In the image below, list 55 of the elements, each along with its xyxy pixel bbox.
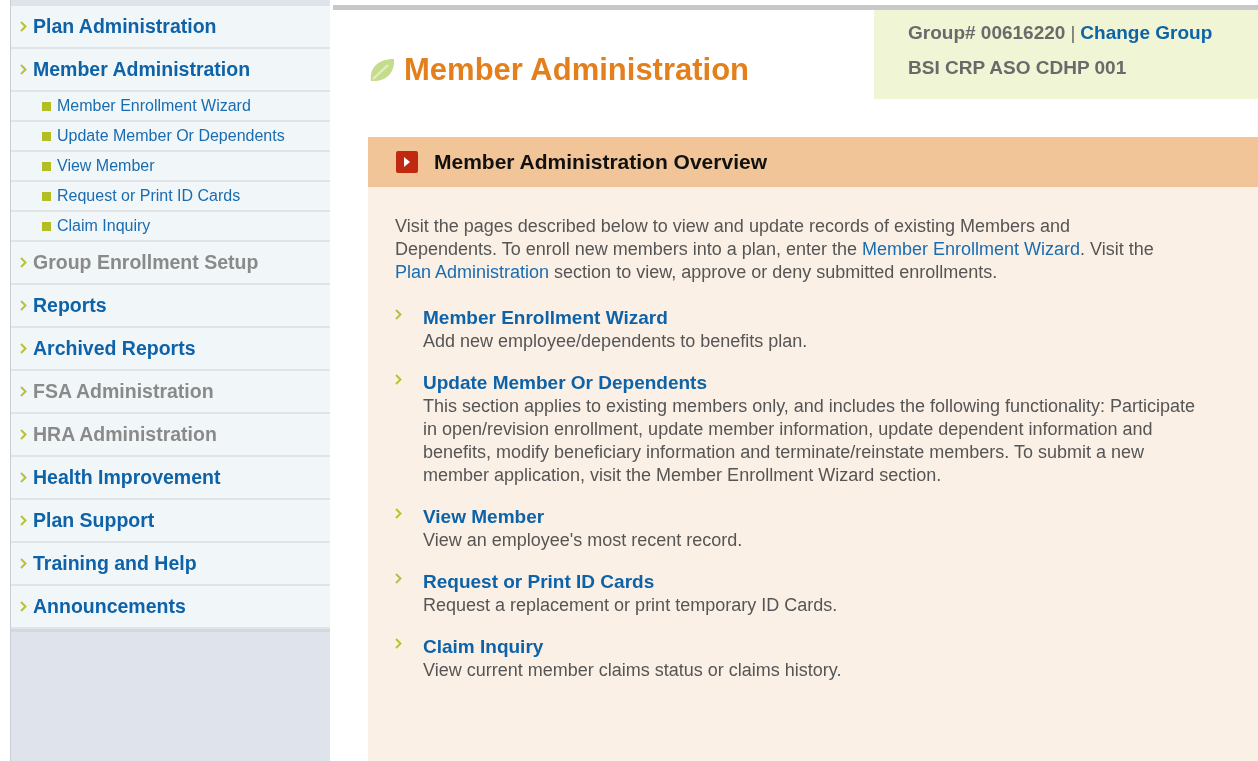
- sidebar-item[interactable]: Plan Support: [11, 500, 330, 543]
- group-name: BSI CRP ASO CDHP 001: [908, 57, 1128, 79]
- chevron-icon: [20, 64, 27, 75]
- sidebar-subitem[interactable]: Request or Print ID Cards: [11, 182, 330, 212]
- intro-link[interactable]: Plan Administration: [395, 262, 550, 282]
- chevron-icon: [395, 638, 402, 649]
- sidebar-item[interactable]: Plan Administration: [11, 6, 330, 49]
- section-description: View an employee's most recent record.: [423, 529, 743, 552]
- section-description: Add new employee/dependents to benefits plan.: [423, 330, 808, 353]
- square-bullet-icon: [42, 161, 51, 171]
- sidebar-subitem[interactable]: Member Enrollment Wizard: [11, 92, 330, 122]
- square-bullet-icon: [42, 101, 51, 111]
- intro-link[interactable]: Member Enrollment Wizard: [861, 239, 1080, 259]
- chevron-icon: [20, 300, 27, 311]
- section-link[interactable]: Request or Print ID Cards: [423, 570, 655, 594]
- section-link[interactable]: Member Enrollment Wizard: [423, 306, 668, 330]
- chevron-icon: [395, 309, 402, 320]
- chevron-icon: [20, 386, 27, 397]
- chevron-icon: [395, 374, 402, 385]
- chevron-icon: [20, 558, 27, 569]
- sidebar-subitem[interactable]: View Member: [11, 152, 330, 182]
- group-number: Group# 00616220: [908, 22, 1066, 44]
- square-bullet-icon: [42, 131, 51, 141]
- chevron-icon: [395, 508, 402, 519]
- section-description: Request a replacement or print temporary ID Cards.: [423, 594, 838, 617]
- sidebar-item[interactable]: Training and Help: [11, 543, 330, 586]
- page-title-text: Member Administration: [404, 52, 750, 88]
- chevron-icon: [20, 21, 27, 32]
- chevron-icon: [20, 601, 27, 612]
- intro-paragraph: Visit the pages described below to view and update records of existing Members and Dependents. To enroll new members into a plan, enter the Member Enrollment Wizard. Visit the Plan Administration section to view, approve or deny submitted enrollments.: [395, 215, 1155, 284]
- overview-title: Member Administration Overview: [434, 150, 767, 174]
- chevron-icon: [20, 515, 27, 526]
- sidebar-subitem[interactable]: Claim Inquiry: [11, 212, 330, 242]
- section-description: View current member claims status or claims history.: [423, 659, 842, 682]
- section-link[interactable]: View Member: [423, 505, 545, 529]
- chevron-icon: [395, 573, 402, 584]
- leaf-icon: [368, 56, 396, 84]
- sidebar-item[interactable]: Announcements: [11, 586, 330, 629]
- change-group-link[interactable]: Change Group: [1080, 22, 1213, 44]
- sidebar-item[interactable]: Health Improvement: [11, 457, 330, 500]
- section-link[interactable]: Claim Inquiry: [423, 635, 544, 659]
- sidebar-subitem[interactable]: Update Member Or Dependents: [11, 122, 330, 152]
- sidebar-item[interactable]: Member Administration: [11, 49, 330, 92]
- square-bullet-icon: [42, 221, 51, 231]
- chevron-icon: [20, 429, 27, 440]
- section-description: This section applies to existing members only, and includes the following functionality: Participate in open/revision enrollment, update member information, update dependent information and benefits, modify beneficiary information and terminate/reinstate members. To submit a new member application, visit the Member Enrollment Wizard section.: [423, 395, 1197, 487]
- play-icon: [396, 151, 418, 173]
- sidebar-item[interactable]: Reports: [11, 285, 330, 328]
- sidebar-item[interactable]: Archived Reports: [11, 328, 330, 371]
- chevron-icon: [20, 257, 27, 268]
- section-link[interactable]: Update Member Or Dependents: [423, 371, 707, 395]
- separator: |: [1070, 22, 1076, 44]
- square-bullet-icon: [42, 191, 51, 201]
- chevron-icon: [20, 472, 27, 483]
- chevron-icon: [20, 343, 27, 354]
